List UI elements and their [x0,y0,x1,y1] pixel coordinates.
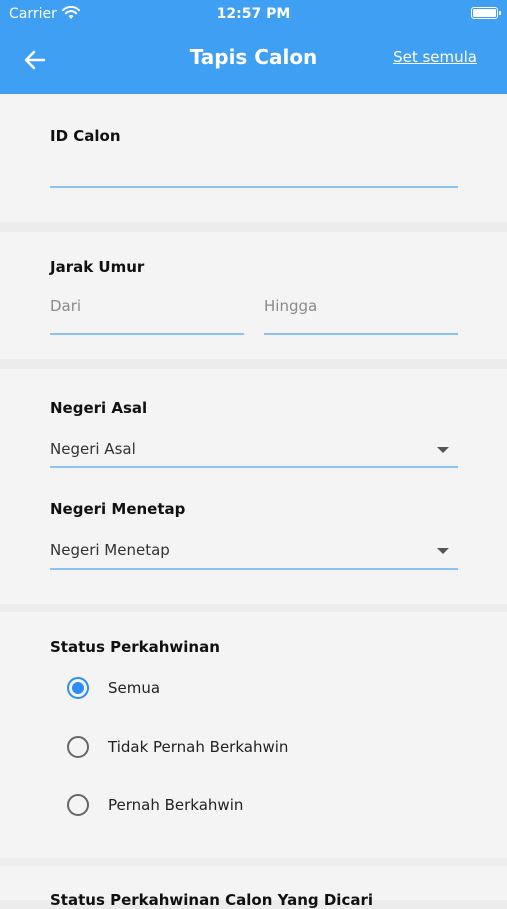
age-to-input[interactable]: Hingga [264,297,317,315]
age-range-section: Jarak Umur Dari Hingga [0,232,507,359]
age-from-input[interactable]: Dari [50,297,81,315]
chevron-down-icon[interactable] [437,447,449,453]
radio-tidak-pernah-berkahwin[interactable] [67,736,89,758]
id-calon-label: ID Calon [50,127,121,145]
chevron-down-icon[interactable] [437,548,449,554]
resident-state-dropdown[interactable]: Negeri Menetap [50,541,170,559]
radio-tidak-pernah-berkahwin-label[interactable]: Tidak Pernah Berkahwin [108,738,288,756]
battery-icon [471,7,501,19]
radio-pernah-berkahwin-label[interactable]: Pernah Berkahwin [108,796,243,814]
reset-button[interactable]: Set semula [393,48,477,66]
radio-semua[interactable] [67,677,89,699]
radio-pernah-berkahwin[interactable] [67,794,89,816]
origin-state-dropdown[interactable]: Negeri Asal [50,440,136,458]
desired-marital-status-label: Status Perkahwinan Calon Yang Dicari [50,891,374,909]
status-bar: Carrier 12:57 PM [0,0,507,28]
age-from-underline [50,333,244,335]
origin-state-underline [50,466,458,468]
marital-status-label: Status Perkahwinan [50,638,220,656]
id-calon-underline [50,186,458,188]
marital-status-section: Status Perkahwinan Semua Tidak Pernah Be… [0,612,507,858]
resident-state-underline [50,568,458,570]
state-section: Negeri Asal Negeri Asal Negeri Menetap N… [0,369,507,604]
id-calon-input[interactable] [50,158,458,184]
age-to-underline [264,333,458,335]
app-header: Carrier 12:57 PM Tapis Calon Set semula [0,0,507,94]
id-calon-section: ID Calon [0,94,507,222]
origin-state-label: Negeri Asal [50,399,148,417]
desired-marital-status-section: Status Perkahwinan Calon Yang Dicari [0,866,507,909]
status-time: 12:57 PM [216,6,291,22]
resident-state-label: Negeri Menetap [50,500,186,518]
age-range-label: Jarak Umur [50,258,145,276]
radio-semua-label[interactable]: Semua [108,679,160,697]
